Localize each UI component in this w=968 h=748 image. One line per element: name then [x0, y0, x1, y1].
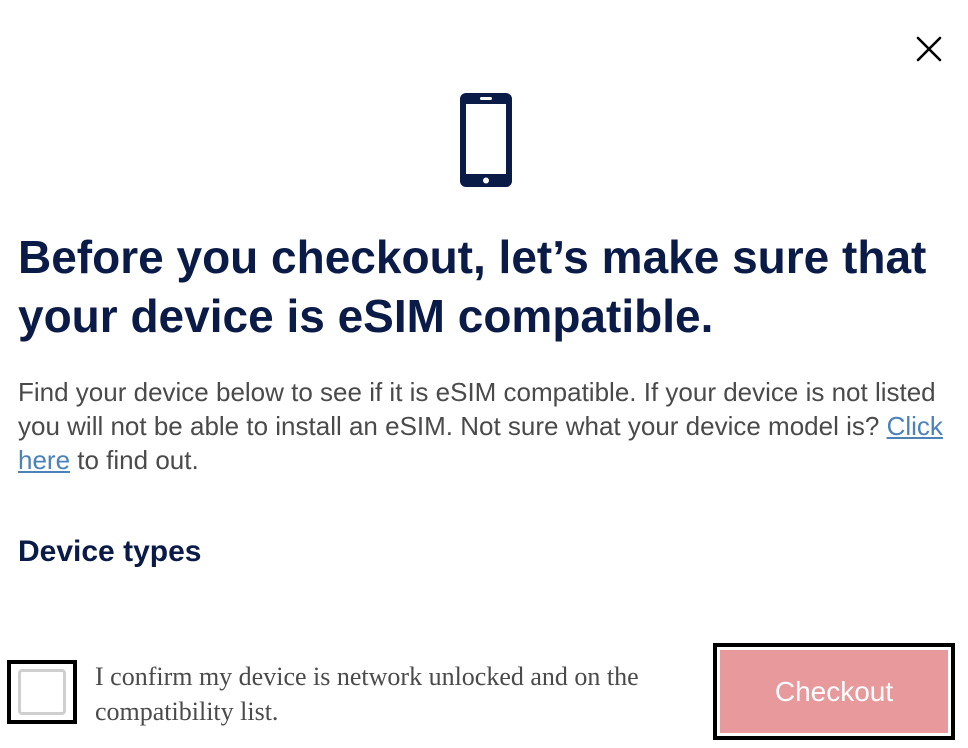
confirm-row: I confirm my device is network unlocked …	[0, 640, 968, 748]
checkout-button[interactable]: Checkout	[713, 643, 955, 740]
intro-text-start: Find your device below to see if it is e…	[18, 377, 936, 441]
checkbox-box	[18, 669, 66, 715]
close-icon	[916, 36, 942, 62]
intro-text-end: to find out.	[70, 445, 199, 475]
confirm-checkbox[interactable]	[7, 660, 77, 724]
esim-compatibility-modal: Before you checkout, let’s make sure tha…	[0, 0, 968, 748]
checkout-button-label: Checkout	[720, 650, 948, 733]
modal-title: Before you checkout, let’s make sure tha…	[18, 231, 927, 342]
device-types-heading: Device types	[18, 535, 202, 568]
intro-text: Find your device below to see if it is e…	[18, 375, 953, 477]
close-button[interactable]	[911, 33, 947, 65]
confirm-label: I confirm my device is network unlocked …	[95, 662, 639, 726]
smartphone-icon	[460, 93, 512, 187]
